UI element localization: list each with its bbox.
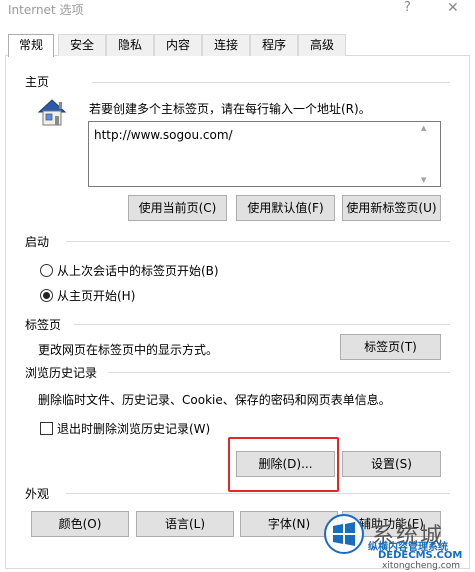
appearance-section-title: 外观 [25,487,50,501]
title-bar: Internet 选项 ? ✕ [0,0,475,28]
help-button[interactable]: ? [404,0,411,15]
homepage-section-title: 主页 [25,75,50,89]
homepage-instruction: 若要创建多个主标签页，请在每行输入一个地址(R)。 [89,102,371,116]
home-icon [37,99,67,126]
watermark-logo-icon [324,514,364,554]
appearance-divider [66,493,450,494]
tab-programs[interactable]: 程序 [250,34,298,56]
delete-button-highlight [228,437,339,492]
use-new-tab-button[interactable]: 使用新标签页(U) [342,195,441,221]
tabs-description: 更改网页在标签页中的显示方式。 [38,343,219,357]
use-default-button[interactable]: 使用默认值(F) [236,195,335,221]
tab-connections[interactable]: 连接 [202,34,250,56]
history-divider [108,372,450,373]
tab-security[interactable]: 安全 [58,34,106,56]
radio-last-session-label: 从上次会话中的标签页开始(B) [57,264,219,278]
startup-section-title: 启动 [25,235,50,249]
radio-last-session[interactable] [40,264,53,277]
radio-home-page[interactable] [40,289,53,302]
radio-home-page-label: 从主页开始(H) [57,289,136,303]
delete-on-exit-checkbox[interactable] [40,422,53,435]
use-current-button[interactable]: 使用当前页(C) [128,195,227,221]
history-description: 删除临时文件、历史记录、Cookie、保存的密码和网页表单信息。 [38,393,391,407]
tab-content[interactable]: 内容 [154,34,202,56]
startup-divider [66,241,450,242]
close-button[interactable]: ✕ [447,0,459,16]
scroll-up-icon[interactable]: ▲ [421,124,426,132]
tab-general[interactable]: 常规 [8,34,54,57]
tabs-section-title: 标签页 [25,318,62,332]
delete-on-exit-label: 退出时删除浏览历史记录(W) [57,422,211,436]
watermark-url-2: xitongcheng.com [382,561,460,571]
tabs-divider [74,324,450,325]
colors-button[interactable]: 颜色(O) [31,511,129,537]
scroll-down-icon[interactable]: ▼ [421,176,426,184]
tab-privacy[interactable]: 隐私 [106,34,154,56]
history-section-title: 浏览历史记录 [25,366,98,380]
languages-button[interactable]: 语言(L) [136,511,234,537]
homepage-url-field[interactable]: http://www.sogou.com/ [88,121,441,187]
homepage-divider [92,82,450,83]
tabs-settings-button[interactable]: 标签页(T) [340,334,441,360]
tab-advanced[interactable]: 高级 [298,34,346,56]
homepage-url-value: http://www.sogou.com/ [94,128,233,142]
window-title: Internet 选项 [8,3,84,17]
watermark-url: DEDECMS.COM [378,550,463,561]
history-settings-button[interactable]: 设置(S) [342,451,441,477]
